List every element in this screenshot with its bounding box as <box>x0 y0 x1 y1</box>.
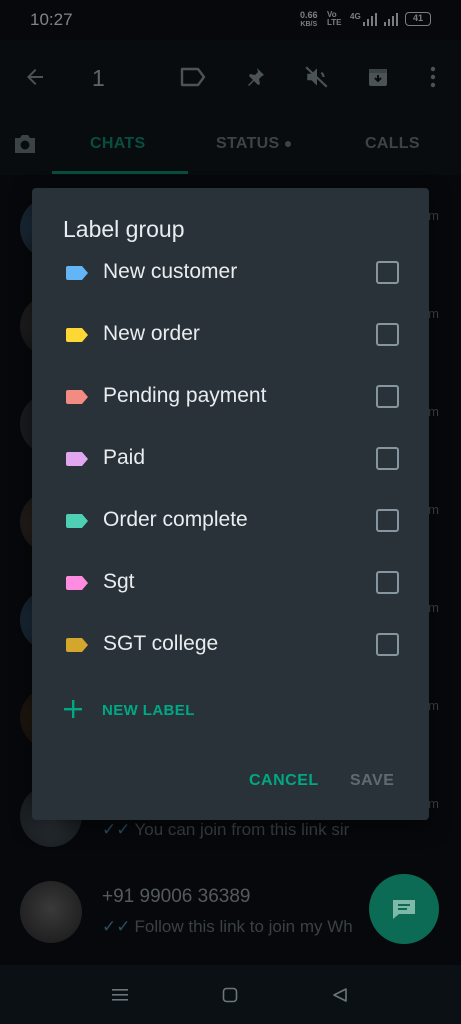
label-tag-icon <box>66 576 88 590</box>
label-checkbox[interactable] <box>376 447 399 470</box>
save-button[interactable]: SAVE <box>350 772 394 790</box>
label-row-pending-payment[interactable]: Pending payment <box>32 370 429 432</box>
home-nav-icon[interactable] <box>220 985 240 1005</box>
label-checkbox[interactable] <box>376 385 399 408</box>
label-tag-icon <box>66 638 88 652</box>
new-label-button[interactable]: NEW LABEL <box>62 698 262 728</box>
label-tag-icon <box>66 390 88 404</box>
label-name: Paid <box>103 446 146 469</box>
label-checkbox[interactable] <box>376 509 399 532</box>
back-nav-icon[interactable] <box>330 985 350 1005</box>
dialog-title: Label group <box>63 216 185 242</box>
new-chat-button[interactable] <box>369 874 439 944</box>
system-nav-bar <box>0 965 461 1024</box>
label-checkbox[interactable] <box>376 571 399 594</box>
label-row-sgt-college[interactable]: SGT college <box>32 618 429 680</box>
label-checkbox[interactable] <box>376 323 399 346</box>
menu-nav-icon[interactable] <box>110 985 130 1005</box>
label-row-new-order[interactable]: New order <box>32 308 429 370</box>
label-row-new-customer[interactable]: New customer <box>32 246 429 308</box>
label-name: New order <box>103 322 200 345</box>
label-name: Order complete <box>103 508 248 531</box>
label-group-dialog: Label group New customer New order Pendi… <box>32 188 429 820</box>
label-tag-icon <box>66 452 88 466</box>
label-name: SGT college <box>103 632 219 655</box>
label-row-order-complete[interactable]: Order complete <box>32 494 429 556</box>
label-name: New customer <box>103 260 238 283</box>
label-row-paid[interactable]: Paid <box>32 432 429 494</box>
label-name: Sgt <box>103 570 135 593</box>
label-tag-icon <box>66 514 88 528</box>
label-tag-icon <box>66 328 88 342</box>
new-label-text: NEW LABEL <box>102 702 195 719</box>
label-tag-icon <box>66 266 88 280</box>
label-row-sgt[interactable]: Sgt <box>32 556 429 618</box>
label-name: Pending payment <box>103 384 267 407</box>
label-checkbox[interactable] <box>376 261 399 284</box>
label-checkbox[interactable] <box>376 633 399 656</box>
plus-icon <box>64 700 82 718</box>
cancel-button[interactable]: CANCEL <box>249 772 319 790</box>
message-icon <box>393 900 415 919</box>
